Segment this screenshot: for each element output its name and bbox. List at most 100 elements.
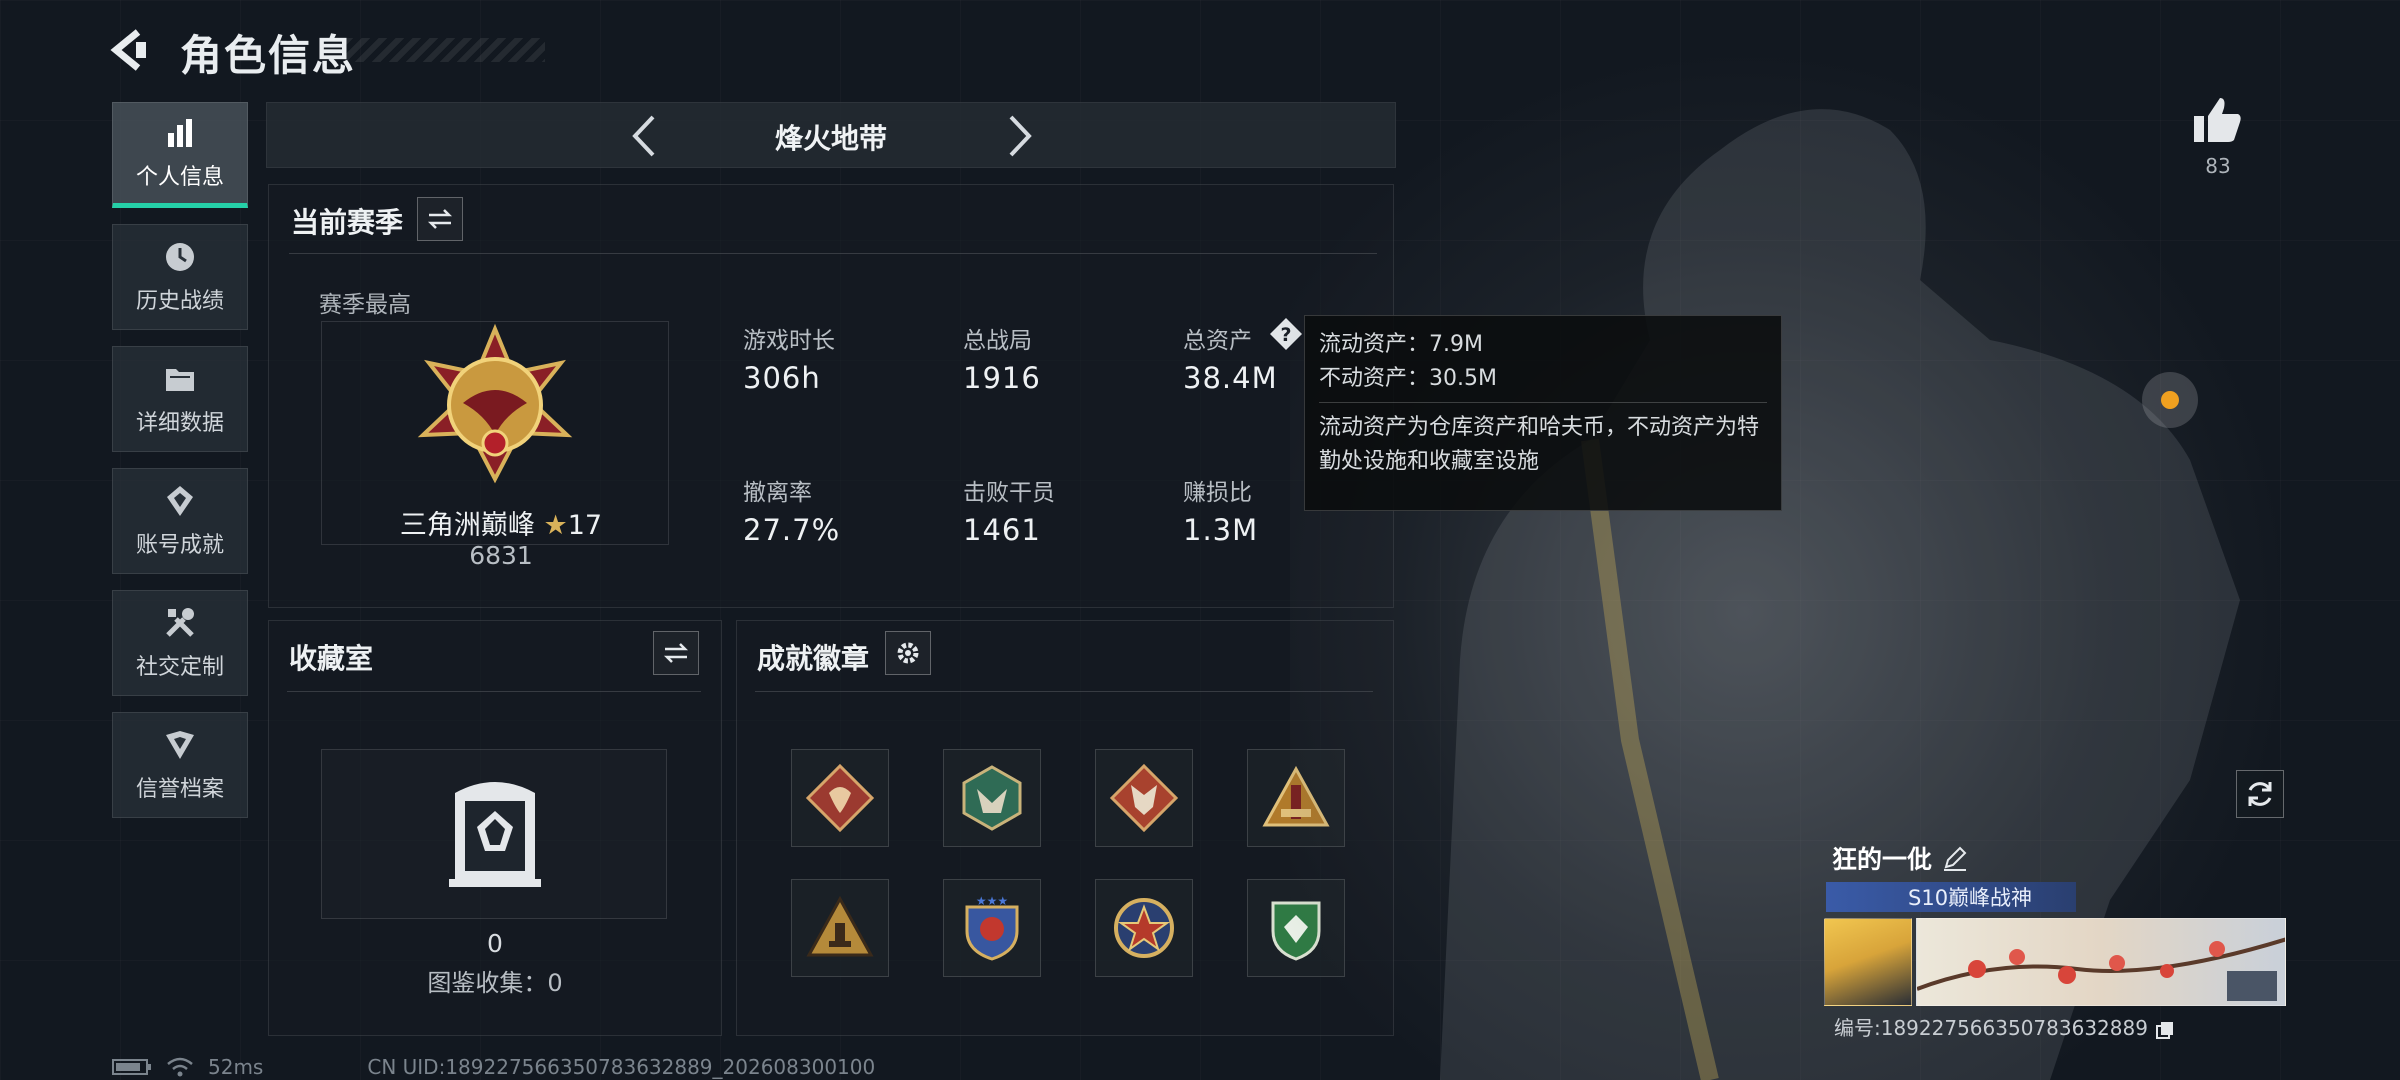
star-medal-badge-icon <box>1114 898 1174 958</box>
sidebar-item-detailed-data[interactable]: 详细数据 <box>112 346 248 452</box>
like-button[interactable]: 83 <box>2186 96 2250 178</box>
sidebar-item-social-custom[interactable]: 社交定制 <box>112 590 248 696</box>
stat-label-total-matches: 总战局 <box>963 328 1032 354</box>
sidebar-item-achievements[interactable]: 账号成就 <box>112 468 248 574</box>
season-switch-button[interactable] <box>417 197 463 241</box>
svg-text:★★★: ★★★ <box>976 894 1008 908</box>
profile-banner[interactable] <box>1916 918 2286 1006</box>
rank-score: 6831 <box>469 541 533 570</box>
stat-label-profit-ratio: 赚损比 <box>1183 480 1252 506</box>
stat-label-total-assets: 总资产 <box>1183 328 1252 354</box>
thumbs-up-icon <box>2194 98 2241 142</box>
tooltip-fixed-assets: 不动资产：30.5M <box>1319 366 1497 392</box>
assets-tooltip: 流动资产：7.9M 不动资产：30.5M 流动资产为仓库资产和哈夫币，不动资产为… <box>1304 315 1782 511</box>
badge-settings-button[interactable] <box>885 631 931 675</box>
page-title: 角色信息 <box>180 31 357 80</box>
catalog-count: 图鉴收集：0 <box>427 969 563 997</box>
rank-name: 三角洲巅峰 <box>399 510 535 541</box>
history-clock-icon <box>166 243 194 271</box>
sidebar-item-history[interactable]: 历史战绩 <box>112 224 248 330</box>
swap-icon <box>663 643 689 663</box>
player-id: 编号:1892275663507836328​89 <box>1834 1012 2174 1041</box>
back-button[interactable] <box>108 26 156 74</box>
gear-icon <box>897 642 919 664</box>
pyramid-badge-icon <box>806 895 874 957</box>
title-tag: S10巅峰战神 <box>1826 882 2076 912</box>
tooltip-note: 流动资产为仓库资产和哈夫币，不动资产为特勤处设施和收藏室设施 <box>1319 415 1760 475</box>
badge-slot-1[interactable] <box>791 749 889 847</box>
rank-name-row: 三角洲巅峰 ★17 <box>381 503 621 542</box>
bar-chart-icon <box>168 119 192 147</box>
plum-blossom-banner-icon <box>1917 937 2285 1001</box>
stat-label-kills: 击败干员 <box>963 480 1055 506</box>
ping-value: 52ms <box>208 1055 264 1079</box>
badge-slot-5[interactable] <box>791 879 889 977</box>
next-mode-button[interactable] <box>999 113 1039 159</box>
wifi-icon <box>167 1057 193 1077</box>
collection-switch-button[interactable] <box>653 631 699 675</box>
season-best-label: 赛季最高 <box>319 292 411 318</box>
back-arrow-icon <box>110 29 146 71</box>
tooltip-divider <box>1319 402 1767 404</box>
rank-emblem <box>405 323 585 503</box>
sidebar-item-personal-info[interactable]: 个人信息 <box>112 102 248 208</box>
display-case-icon <box>449 771 541 891</box>
rank-stars: 17 <box>567 510 603 541</box>
like-count: 83 <box>2205 154 2231 178</box>
collection-panel: 收藏室 0 图鉴收集：0 <box>268 620 722 1036</box>
sidebar-item-label: 详细数据 <box>135 411 224 436</box>
player-name: 狂的一仳 <box>1832 845 1933 874</box>
chevron-right-icon <box>1009 115 1032 157</box>
stat-value-playtime: 306h <box>743 361 821 395</box>
player-card: 狂的一仳 S10巅峰战神 编号:1892275663507836328​89 <box>1820 838 2290 1048</box>
fox-badge-icon <box>1109 763 1179 833</box>
collection-count: 0 <box>487 929 503 958</box>
avatar[interactable] <box>1824 918 1912 1006</box>
refresh-icon <box>2248 782 2272 806</box>
credit-badge-icon <box>166 731 194 759</box>
stat-value-profit-ratio: 1.3M <box>1183 513 1259 547</box>
stat-label-playtime: 游戏时长 <box>743 328 835 354</box>
rank-emblem-icon <box>417 323 573 484</box>
status-bar: 52ms CN UID:18922756635078363288​9_20260… <box>112 1055 875 1079</box>
sidebar-item-label: 个人信息 <box>135 165 224 190</box>
stat-value-total-assets: 38.4M <box>1183 361 1278 395</box>
edit-pencil-icon[interactable] <box>1942 845 1968 871</box>
sidebar-item-label: 账号成就 <box>135 533 224 558</box>
tooltip-liquid-assets: 流动资产：7.9M <box>1319 332 1483 357</box>
sidebar-item-label: 信誉档案 <box>135 777 224 802</box>
player-id-text: 编号:1892275663507836328​89 <box>1834 1016 2148 1040</box>
sidebar-item-credit[interactable]: 信誉档案 <box>112 712 248 818</box>
copy-icon[interactable] <box>2156 1021 2174 1039</box>
mode-selector: 烽火地带 <box>266 102 1396 168</box>
battery-icon <box>112 1059 151 1075</box>
badge-slot-6[interactable]: ★★★ <box>943 879 1041 977</box>
badge-slot-2[interactable] <box>943 749 1041 847</box>
divider <box>289 253 1377 254</box>
season-title: 当前赛季 <box>291 206 404 239</box>
sidebar-item-label: 历史战绩 <box>135 289 224 314</box>
shield-star-badge-icon: ★★★ <box>965 894 1019 961</box>
title-decoration <box>345 38 545 62</box>
dragon-badge-icon <box>805 763 875 833</box>
mode-label: 烽火地带 <box>774 122 887 155</box>
collection-title: 收藏室 <box>289 642 374 675</box>
folder-icon <box>166 369 194 391</box>
stat-label-extract-rate: 撤离率 <box>743 480 812 506</box>
divider <box>755 691 1373 692</box>
rotate-button[interactable] <box>2236 770 2284 818</box>
stat-value-total-matches: 1916 <box>963 361 1041 395</box>
stat-value-extract-rate: 27.7% <box>743 513 841 547</box>
badge-slot-3[interactable] <box>1095 749 1193 847</box>
player-name-row: 狂的一仳 <box>1832 840 1968 876</box>
sidebar-item-label: 社交定制 <box>135 655 224 680</box>
star-icon: ★ <box>543 510 568 541</box>
badge-slot-7[interactable] <box>1095 879 1193 977</box>
swap-icon <box>427 209 453 229</box>
wolf-hex-badge-icon <box>962 765 1022 831</box>
stat-value-kills: 1461 <box>963 513 1041 547</box>
tools-icon <box>166 608 194 637</box>
achievement-icon <box>167 486 193 516</box>
badge-title: 成就徽章 <box>757 642 870 675</box>
season-panel: 当前赛季 赛季最高 三角洲巅峰 ★17 6831 游戏时长 306h 总战局 1… <box>268 184 1394 608</box>
